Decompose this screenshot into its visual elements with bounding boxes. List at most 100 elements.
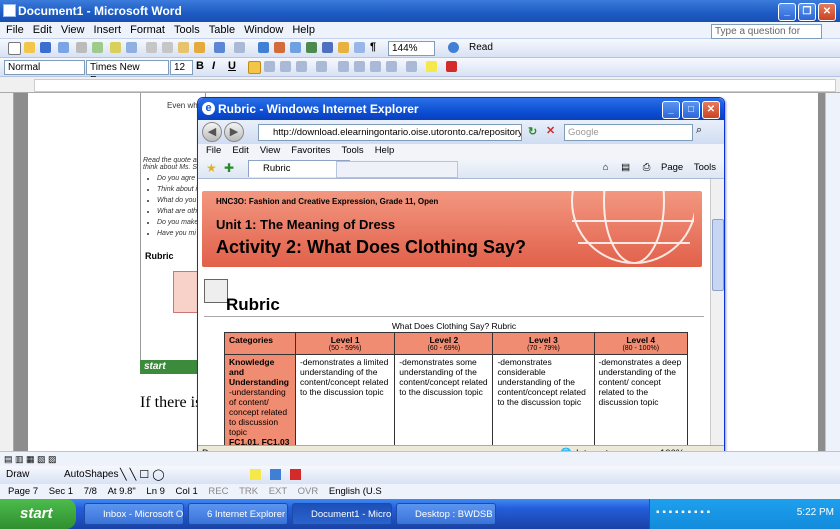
horizontal-ruler[interactable] xyxy=(0,77,840,93)
fill-color-icon[interactable] xyxy=(250,469,261,480)
word-restore-button[interactable]: ❐ xyxy=(798,3,816,21)
stop-icon[interactable]: ✕ xyxy=(546,124,555,137)
style-select[interactable]: Normal xyxy=(4,60,85,75)
ie-menu-view[interactable]: View xyxy=(260,145,280,156)
cut-icon[interactable] xyxy=(146,42,157,53)
read-button[interactable]: Read xyxy=(466,41,495,54)
menu-format[interactable]: Format xyxy=(130,24,165,36)
ie-tab-rubric[interactable]: Rubric xyxy=(248,160,350,177)
menu-file[interactable]: File xyxy=(6,24,24,36)
save-icon[interactable] xyxy=(40,42,51,53)
tables-borders-icon[interactable] xyxy=(274,42,285,53)
ie-menu-file[interactable]: File xyxy=(206,145,221,156)
undo-icon[interactable] xyxy=(214,42,225,53)
search-icon[interactable]: ⌕ xyxy=(696,124,702,137)
task-desktop[interactable]: Desktop : BWDSB xyxy=(396,503,496,525)
spelling-icon[interactable] xyxy=(110,42,121,53)
copy-icon[interactable] xyxy=(162,42,173,53)
ie-page-content[interactable]: HNC3O: Fashion and Creative Expression, … xyxy=(198,179,710,445)
font-size-select[interactable]: 12 xyxy=(170,60,193,75)
line-color-icon[interactable] xyxy=(270,469,281,480)
ie-scroll-thumb[interactable] xyxy=(712,219,724,291)
redo-icon[interactable] xyxy=(234,42,245,53)
ie-maximize-button[interactable]: □ xyxy=(682,101,700,119)
help-icon[interactable] xyxy=(448,42,459,53)
draw-menu-button[interactable]: Draw xyxy=(6,469,29,480)
document-map-icon[interactable] xyxy=(354,42,365,53)
menu-help[interactable]: Help xyxy=(292,24,315,36)
word-vertical-scrollbar[interactable] xyxy=(825,93,840,451)
italic-icon[interactable]: I xyxy=(212,61,223,72)
ask-question-input[interactable]: Type a question for help xyxy=(711,24,822,50)
bold-icon[interactable]: B xyxy=(196,61,207,72)
vertical-ruler[interactable] xyxy=(0,93,14,451)
status-ext[interactable]: EXT xyxy=(269,486,287,497)
permission-icon[interactable] xyxy=(58,42,69,53)
refresh-icon[interactable]: ↻ xyxy=(528,125,537,138)
search-input[interactable]: Google xyxy=(564,124,693,141)
line-spacing-icon[interactable] xyxy=(316,61,327,72)
page-menu-button[interactable]: Page xyxy=(661,162,683,173)
print-icon[interactable]: ⎙ xyxy=(643,162,651,173)
menu-table[interactable]: Table xyxy=(209,24,235,36)
ie-menu-help[interactable]: Help xyxy=(375,145,395,156)
hyperlink-icon[interactable] xyxy=(258,42,269,53)
home-icon[interactable]: ⌂ xyxy=(603,162,609,173)
format-painter-icon[interactable] xyxy=(194,42,205,53)
menu-tools[interactable]: Tools xyxy=(174,24,200,36)
research-icon[interactable] xyxy=(126,42,137,53)
add-favorites-icon[interactable]: ✚ xyxy=(224,161,234,175)
align-left-icon[interactable] xyxy=(248,61,261,74)
document-text[interactable]: If there is xyxy=(140,394,201,412)
address-bar-input[interactable]: http://download.elearningontario.oise.ut… xyxy=(258,124,522,141)
decrease-indent-icon[interactable] xyxy=(370,61,381,72)
word-minimize-button[interactable]: _ xyxy=(778,3,796,21)
columns-icon[interactable] xyxy=(322,42,333,53)
print-icon[interactable] xyxy=(76,42,87,53)
font-color-icon[interactable] xyxy=(290,469,301,480)
task-outlook[interactable]: Inbox - Microsoft Out... xyxy=(84,503,184,525)
new-tab-button[interactable] xyxy=(336,161,458,178)
paste-icon[interactable] xyxy=(178,42,189,53)
justify-icon[interactable] xyxy=(296,61,307,72)
new-document-icon[interactable] xyxy=(8,42,21,55)
menu-window[interactable]: Window xyxy=(244,24,283,36)
status-ovr[interactable]: OVR xyxy=(298,486,319,497)
task-word[interactable]: Document1 - Microsof... xyxy=(292,503,392,525)
highlight-icon[interactable] xyxy=(426,61,437,72)
increase-indent-icon[interactable] xyxy=(386,61,397,72)
autoshapes-button[interactable]: AutoShapes xyxy=(64,469,119,480)
line-arrow-icon[interactable]: ╲ ╲ ☐ ◯ xyxy=(120,468,165,481)
ie-title-bar[interactable]: e Rubric - Windows Internet Explorer _ □… xyxy=(198,98,724,120)
show-hide-icon[interactable]: ¶ xyxy=(370,42,381,53)
status-rec[interactable]: REC xyxy=(208,486,228,497)
task-internet-explorer[interactable]: 6 Internet Explorer xyxy=(188,503,288,525)
print-preview-icon[interactable] xyxy=(92,42,103,53)
menu-insert[interactable]: Insert xyxy=(94,24,122,36)
insert-table-icon[interactable] xyxy=(290,42,301,53)
view-buttons-icon[interactable]: ▤ ▥ ▦ ▧ ▨ xyxy=(4,454,57,465)
ie-menu-edit[interactable]: Edit xyxy=(232,145,248,156)
favorites-star-icon[interactable]: ★ xyxy=(206,161,217,175)
ie-menu-favorites[interactable]: Favorites xyxy=(291,145,330,156)
word-close-button[interactable]: ✕ xyxy=(818,3,836,21)
zoom-select[interactable]: 144% xyxy=(388,41,435,56)
font-color-icon[interactable] xyxy=(446,61,457,72)
menu-edit[interactable]: Edit xyxy=(33,24,52,36)
back-arrow-icon[interactable]: ◀ xyxy=(202,122,222,142)
drawing-icon[interactable] xyxy=(338,42,349,53)
borders-icon[interactable] xyxy=(406,61,417,72)
clock[interactable]: 5:22 PM xyxy=(797,507,834,518)
tools-menu-button[interactable]: Tools xyxy=(694,162,716,173)
feeds-icon[interactable]: ▤ xyxy=(621,162,630,173)
numbering-icon[interactable] xyxy=(338,61,349,72)
word-title-bar[interactable]: Document1 - Microsoft Word _ ❐ ✕ xyxy=(0,0,840,22)
font-select[interactable]: Times New Roman xyxy=(86,60,169,86)
start-button[interactable]: start xyxy=(0,499,76,529)
menu-view[interactable]: View xyxy=(61,24,85,36)
align-right-icon[interactable] xyxy=(280,61,291,72)
status-trk[interactable]: TRK xyxy=(239,486,258,497)
center-icon[interactable] xyxy=(264,61,275,72)
insert-excel-icon[interactable] xyxy=(306,42,317,53)
open-folder-icon[interactable] xyxy=(24,42,35,53)
